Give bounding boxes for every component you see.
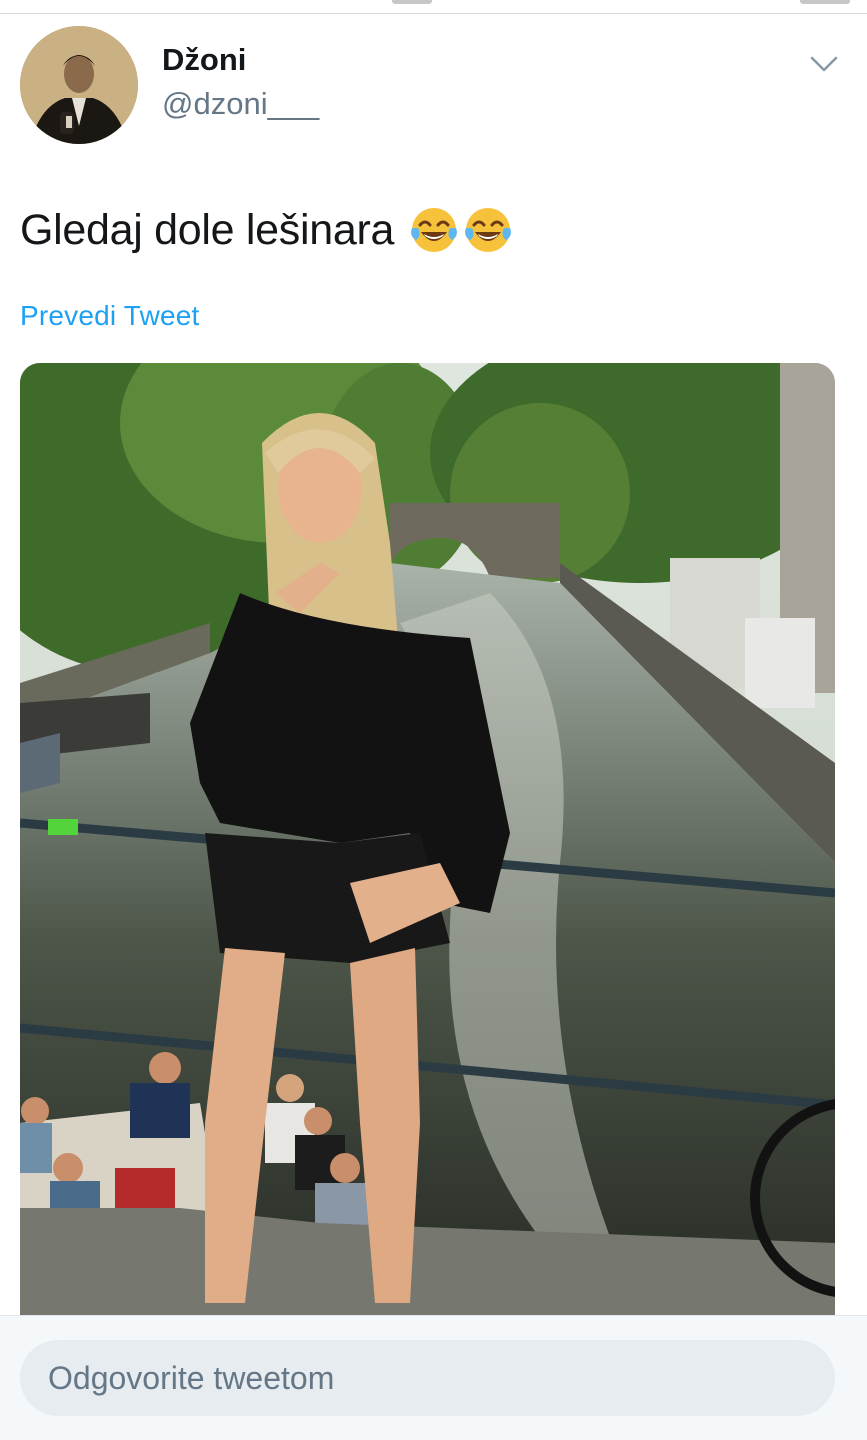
tweet-text-line: Gledaj dole lešinara <box>20 204 514 256</box>
reply-input[interactable]: Odgovorite tweetom <box>20 1340 835 1416</box>
tweet-photo[interactable] <box>20 363 835 1315</box>
status-bar <box>0 0 867 14</box>
reply-bar: Odgovorite tweetom <box>0 1315 867 1440</box>
tears-of-joy-emoji-icon <box>462 204 514 256</box>
tweet-detail-screen: Džoni @dzoni___ Gledaj dole lešinara Pre… <box>0 0 867 1440</box>
author-handle[interactable]: @dzoni___ <box>162 86 319 122</box>
tweet-body: Gledaj dole lešinara <box>20 205 395 254</box>
author-avatar[interactable] <box>20 26 138 144</box>
canal-photo-illustration <box>20 363 835 1315</box>
tears-of-joy-emoji-icon <box>408 204 460 256</box>
translate-tweet-link[interactable]: Prevedi Tweet <box>20 300 200 332</box>
author-name[interactable]: Džoni <box>162 42 246 78</box>
chevron-down-icon[interactable] <box>806 52 842 76</box>
avatar-photo <box>20 26 138 144</box>
